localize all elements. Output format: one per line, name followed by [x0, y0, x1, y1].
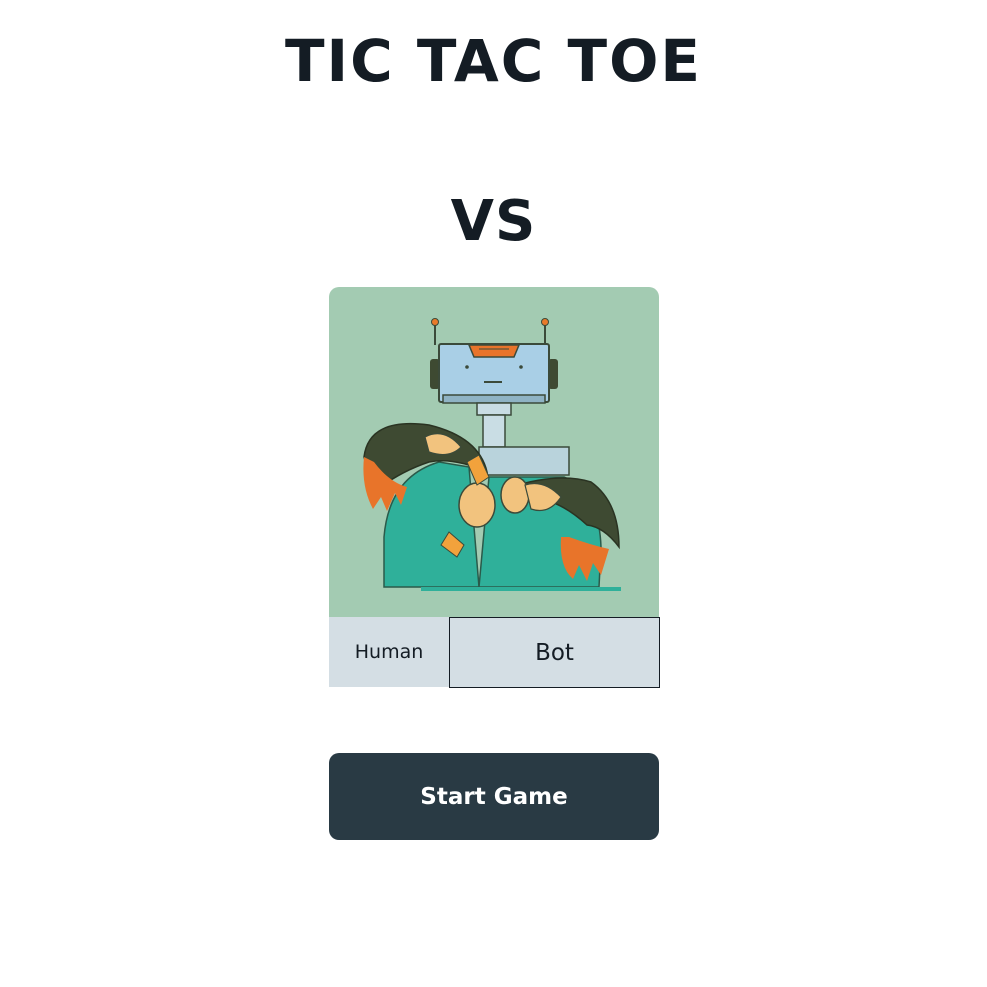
opponent-option-bot[interactable]: Bot: [449, 617, 660, 688]
start-game-button[interactable]: Start Game: [329, 753, 659, 840]
robot-illustration-icon: [329, 287, 659, 617]
versus-label: VS: [450, 189, 537, 254]
page-title: TIC TAC TOE: [284, 27, 703, 95]
page: TIC TAC TOE VS Human Bot Start Game: [0, 0, 987, 987]
opponent-card: Human Bot: [329, 287, 660, 688]
opponent-option-human[interactable]: Human: [329, 617, 449, 687]
